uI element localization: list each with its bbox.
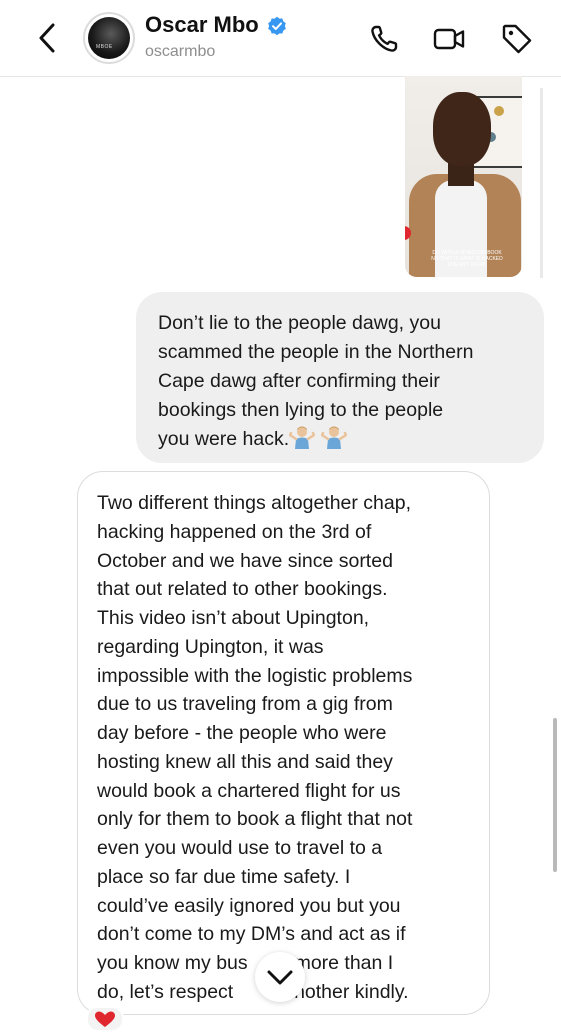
message-line: only for them to book a flight that not <box>97 808 413 831</box>
message-line: regarding Upington, it was <box>97 635 324 658</box>
message-line: October and we have since sorted <box>97 549 393 572</box>
incoming-message-bubble[interactable]: Two different things altogether chap, ha… <box>77 471 490 1015</box>
message-line: impossible with the logistic problems <box>97 664 413 687</box>
message-line-head: do, let’s respect <box>97 980 234 1003</box>
message-line: would book a chartered flight for us <box>97 779 401 802</box>
message-line: even you would use to travel to a <box>97 837 383 859</box>
message-line: place so far due time safety. I <box>97 865 351 888</box>
heart-emoji <box>95 1011 115 1027</box>
message-line: don’t come to my DM’s and act as if <box>97 923 406 946</box>
chat-header: MBOE Oscar Mbo oscarmbo <box>0 0 561 77</box>
message-line: scammed the people in the Northern <box>158 341 474 363</box>
phone-icon[interactable] <box>367 22 401 56</box>
message-line: could’ve easily ignored you but you <box>97 894 401 917</box>
shared-video-thumbnail[interactable]: DO WITH A UPINGTON BOOK NO THAT IS WHAT … <box>405 76 522 277</box>
message-line: bookings then lying to the people <box>158 399 444 421</box>
message-line-text: you were hack. <box>158 428 290 450</box>
video-camera-icon[interactable] <box>432 22 466 56</box>
video-caption-line: DOESN'T WORK <box>447 262 487 268</box>
contact-handle: oscarmbo <box>145 43 216 60</box>
message-line: hacking happened on the 3rd of <box>97 520 372 543</box>
avatar-logo-text: MBOE <box>96 44 113 50</box>
message-reaction[interactable] <box>86 1006 124 1032</box>
media-divider <box>540 88 543 278</box>
avatar[interactable]: MBOE <box>83 12 135 64</box>
tag-icon[interactable] <box>500 22 534 56</box>
message-line: This video isn’t about Upington, <box>97 607 370 629</box>
message-line: day before - the people who were <box>97 722 387 744</box>
verified-badge-icon <box>268 16 286 36</box>
message-line-head: you know my bus <box>97 952 248 974</box>
message-line: Don’t lie to the people dawg, you <box>158 312 441 334</box>
message-line: Two different things altogether chap, <box>97 492 412 514</box>
outgoing-message-bubble[interactable]: Don’t lie to the people dawg, you scamme… <box>136 292 544 463</box>
scrollbar-thumb[interactable] <box>553 718 557 872</box>
scroll-to-bottom-button[interactable] <box>255 952 305 1002</box>
message-line: Cape dawg after confirming their <box>158 370 440 392</box>
contact-name[interactable]: Oscar Mbo <box>145 12 259 38</box>
person-shrugging-emoji <box>289 425 316 449</box>
message-line: hosting knew all this and said they <box>97 750 393 773</box>
chevron-down-icon <box>267 970 293 985</box>
message-line: due to us traveling from a gig from <box>97 693 393 716</box>
video-caption: DO WITH A UPINGTON BOOK NO THAT IS WHAT … <box>427 250 507 268</box>
message-line: that out related to other bookings. <box>97 578 388 601</box>
person-shrugging-emoji <box>320 425 347 449</box>
message-line-last: you were hack. <box>158 425 524 454</box>
back-chevron-icon[interactable] <box>34 20 62 56</box>
video-person-head <box>433 92 491 166</box>
